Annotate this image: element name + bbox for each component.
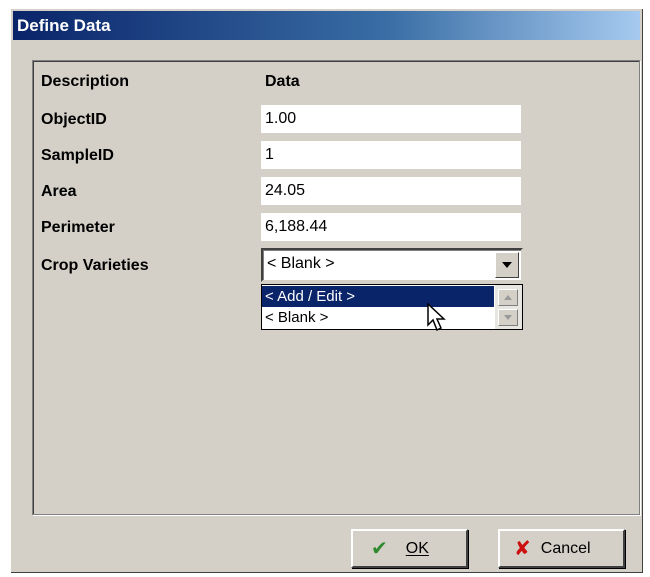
- label-sampleid: SampleID: [41, 147, 114, 164]
- window-title: Define Data: [17, 16, 111, 35]
- arrow-up-icon: [504, 295, 512, 300]
- ok-label: OK: [405, 539, 429, 557]
- dropdown-scrollbar[interactable]: [495, 285, 522, 329]
- scroll-down-button[interactable]: [498, 309, 518, 326]
- crop-varieties-combo[interactable]: < Blank >: [261, 248, 523, 282]
- data-panel: Description Data ObjectID 1.00 SampleID …: [32, 60, 640, 515]
- mouse-pointer-icon: [427, 303, 446, 332]
- header-data: Data: [265, 73, 300, 90]
- cancel-button[interactable]: ✘ Cancel: [498, 529, 625, 568]
- area-field[interactable]: 24.05: [261, 177, 521, 205]
- label-crop-varieties: Crop Varieties: [41, 257, 149, 274]
- label-perimeter: Perimeter: [41, 219, 115, 236]
- objectid-field[interactable]: 1.00: [261, 105, 521, 133]
- label-area: Area: [41, 183, 77, 200]
- scroll-up-button[interactable]: [498, 289, 518, 306]
- cancel-label: Cancel: [540, 539, 591, 557]
- option-blank[interactable]: < Blank >: [262, 307, 494, 328]
- crop-varieties-dropdown-list: < Add / Edit > < Blank >: [261, 284, 523, 330]
- x-icon: ✘: [514, 538, 531, 560]
- sampleid-field[interactable]: 1: [261, 141, 521, 169]
- perimeter-field[interactable]: 6,188.44: [261, 213, 521, 241]
- option-add-edit[interactable]: < Add / Edit >: [262, 286, 494, 307]
- checkmark-icon: ✔: [371, 538, 388, 560]
- label-objectid: ObjectID: [41, 111, 107, 128]
- arrow-down-icon: [504, 315, 512, 320]
- chevron-down-icon: [502, 262, 512, 268]
- ok-button[interactable]: ✔ OK: [351, 529, 468, 568]
- title-bar: Define Data: [13, 11, 640, 40]
- combo-selected-value: < Blank >: [267, 255, 335, 272]
- define-data-dialog: Define Data Description Data ObjectID 1.…: [10, 8, 643, 573]
- header-description: Description: [41, 73, 130, 90]
- combo-dropdown-button[interactable]: [495, 252, 519, 278]
